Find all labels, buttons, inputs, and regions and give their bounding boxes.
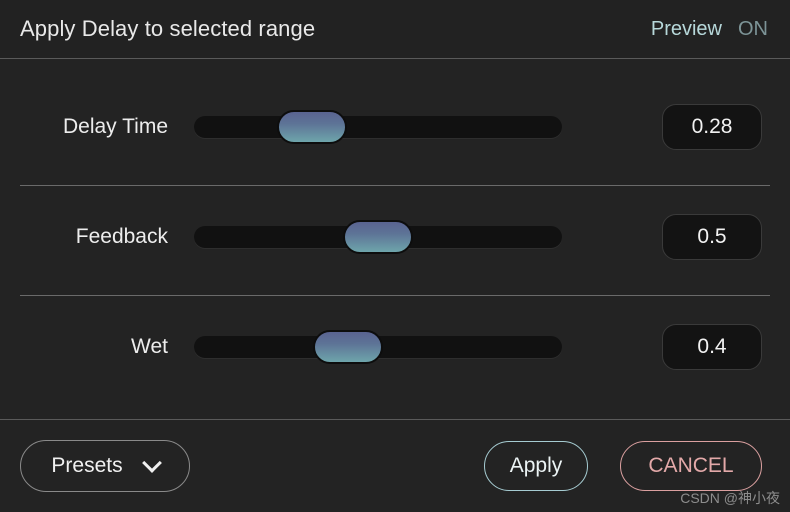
slider-handle[interactable] [313,330,384,364]
dialog-footer: Presets Apply CANCEL CSDN @神小夜 [0,420,790,512]
apply-button[interactable]: Apply [484,441,588,491]
presets-button[interactable]: Presets [20,440,190,492]
cancel-button[interactable]: CANCEL [620,441,762,491]
parameters-panel: Delay Time 0.28 Feedback 0.5 Wet 0.4 [0,59,790,419]
param-row-wet: Wet 0.4 [0,319,790,375]
preview-state-badge[interactable]: ON [738,18,768,41]
presets-button-label: Presets [51,454,123,477]
dialog-header: Apply Delay to selected range Preview ON [0,0,790,58]
param-label-wet: Wet [131,335,168,358]
value-box-delay-time[interactable]: 0.28 [662,104,762,150]
slider-handle[interactable] [343,220,413,254]
slider-handle[interactable] [277,110,348,144]
watermark: CSDN @神小夜 [680,490,780,506]
row-divider-2 [20,295,770,296]
slider-delay-time[interactable] [194,110,562,144]
param-label-delay-time: Delay Time [62,115,168,138]
value-box-feedback[interactable]: 0.5 [662,214,762,260]
slider-feedback[interactable] [194,220,562,254]
param-row-feedback: Feedback 0.5 [0,209,790,265]
slider-wet[interactable] [194,330,562,364]
row-divider-1 [20,185,770,186]
chevron-down-icon [145,456,159,470]
param-label-feedback: Feedback [75,225,168,248]
apply-delay-dialog: Apply Delay to selected range Preview ON… [0,0,790,512]
page-title: Apply Delay to selected range [20,16,316,41]
preview-label[interactable]: Preview [651,18,722,41]
value-box-wet[interactable]: 0.4 [662,324,762,370]
preview-toggle-group[interactable]: Preview ON [651,18,768,41]
slider-track[interactable] [194,116,562,138]
param-row-delay-time: Delay Time 0.28 [0,99,790,155]
